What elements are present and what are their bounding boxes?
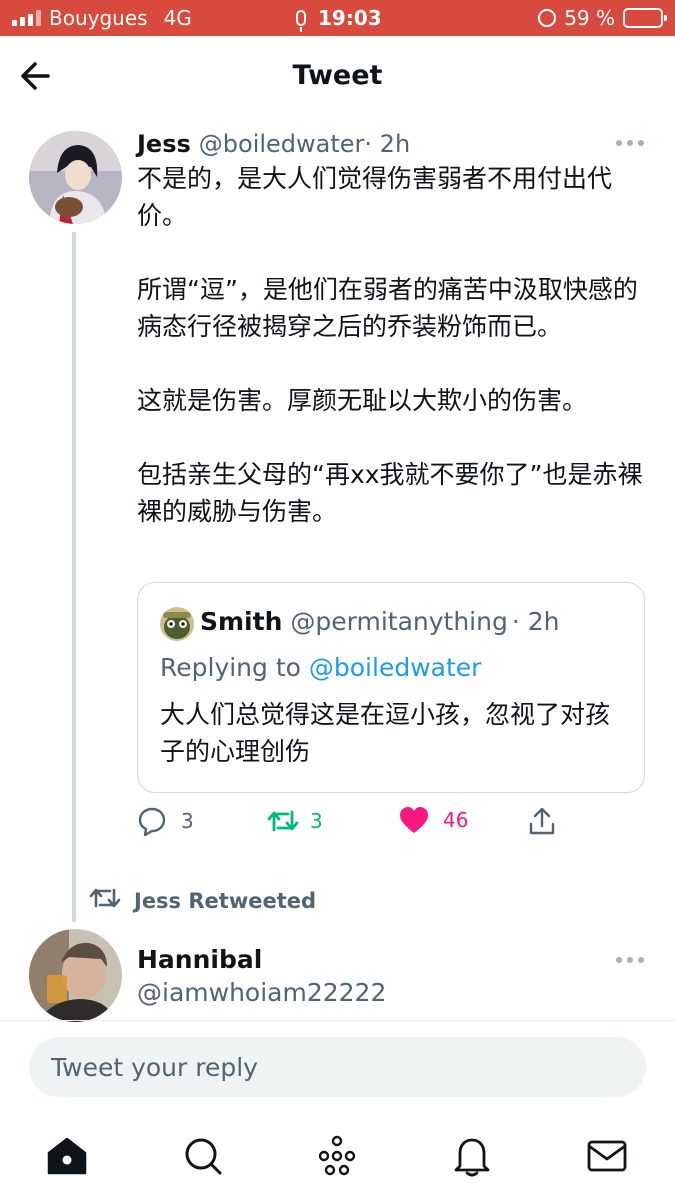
author-handle[interactable]: @boiledwater: [199, 130, 365, 158]
page-title: Tweet: [292, 60, 383, 91]
tweet-paragraph: 不是的，是大人们觉得伤害弱者不用付出代价。: [137, 164, 613, 230]
microphone-icon: [296, 10, 306, 32]
retweeted-label[interactable]: Jess Retweeted: [88, 884, 316, 917]
header: Tweet: [0, 36, 675, 116]
home-icon[interactable]: [45, 1134, 89, 1178]
retweet-small-icon: [88, 884, 122, 917]
replying-prefix: Replying to: [160, 653, 309, 682]
like-button[interactable]: 46: [399, 806, 468, 834]
hannibal-avatar[interactable]: [29, 929, 122, 1022]
more-options-icon[interactable]: [616, 140, 646, 148]
heart-icon: [399, 806, 429, 834]
spaces-icon[interactable]: [315, 1134, 359, 1178]
divider: [0, 1020, 675, 1021]
quote-author-name: Smith: [200, 607, 283, 636]
tweet-paragraph: 所谓“逗”，是他们在弱者的痛苦中汲取快感的病态行径被揭穿之后的乔装粉饰而已。: [137, 275, 638, 341]
reply-icon: [137, 806, 167, 836]
battery-icon: [623, 8, 667, 28]
next-author-name[interactable]: Hannibal: [137, 945, 262, 974]
quote-author-handle: @permitanything: [290, 607, 508, 636]
tweet-actions: 3 3 46: [137, 806, 657, 842]
notifications-icon[interactable]: [450, 1134, 494, 1178]
thread-line: [72, 232, 76, 922]
share-button[interactable]: [527, 806, 557, 836]
retweeted-text: Jess Retweeted: [134, 888, 317, 913]
avatar[interactable]: [29, 131, 122, 224]
reply-input[interactable]: [51, 1037, 611, 1097]
tweet-text: 不是的，是大人们觉得伤害弱者不用付出代价。 所谓“逗”，是他们在弱者的痛苦中汲取…: [137, 160, 657, 567]
network-label: 4G: [163, 6, 192, 30]
rotation-lock-icon: [538, 9, 557, 27]
quote-avatar: [160, 607, 194, 641]
replying-mention[interactable]: @boiledwater: [309, 653, 482, 682]
tab-bar: [0, 1110, 675, 1200]
quote-author: Smith @permitanything · 2h: [200, 607, 560, 636]
messages-icon[interactable]: [585, 1134, 629, 1178]
author-name[interactable]: Jess: [137, 130, 191, 158]
reply-button[interactable]: 3: [137, 806, 194, 836]
retweet-button[interactable]: 3: [266, 806, 323, 836]
replying-to: Replying to @boiledwater: [160, 653, 481, 682]
like-count: 46: [443, 808, 469, 832]
tweet-paragraph: 包括亲生父母的“再xx我就不要你了”也是赤裸裸的威胁与伤害。: [137, 460, 643, 526]
retweet-count: 3: [310, 809, 323, 833]
status-bar: Bouygues 4G 19:03 59 %: [0, 0, 675, 36]
carrier-label: Bouygues: [49, 6, 148, 30]
status-right: 59 %: [538, 6, 667, 30]
share-icon: [527, 806, 557, 836]
reply-count: 3: [181, 809, 194, 833]
search-icon[interactable]: [181, 1134, 225, 1178]
tweet-paragraph: 这就是伤害。厚颜无耻以大欺小的伤害。: [137, 386, 588, 415]
status-center: 19:03: [296, 6, 382, 32]
retweet-icon: [266, 806, 300, 836]
next-author-handle[interactable]: @iamwhoiam22222: [137, 978, 386, 1007]
tweet-author[interactable]: Jess @boiledwater · 2h: [137, 130, 410, 158]
reply-box[interactable]: [29, 1037, 646, 1097]
clock: 19:03: [318, 6, 382, 30]
status-left: Bouygues 4G: [12, 6, 192, 30]
quote-time: · 2h: [511, 607, 560, 636]
tweet-time: · 2h: [364, 130, 411, 158]
quoted-tweet[interactable]: Smith @permitanything · 2h Replying to @…: [137, 582, 645, 793]
more-options-icon[interactable]: [616, 957, 646, 965]
signal-icon: [12, 10, 41, 26]
battery-percent: 59 %: [564, 6, 615, 30]
quote-text: 大人们总觉得这是在逗小孩，忽视了对孩子的心理创伤: [160, 700, 611, 766]
